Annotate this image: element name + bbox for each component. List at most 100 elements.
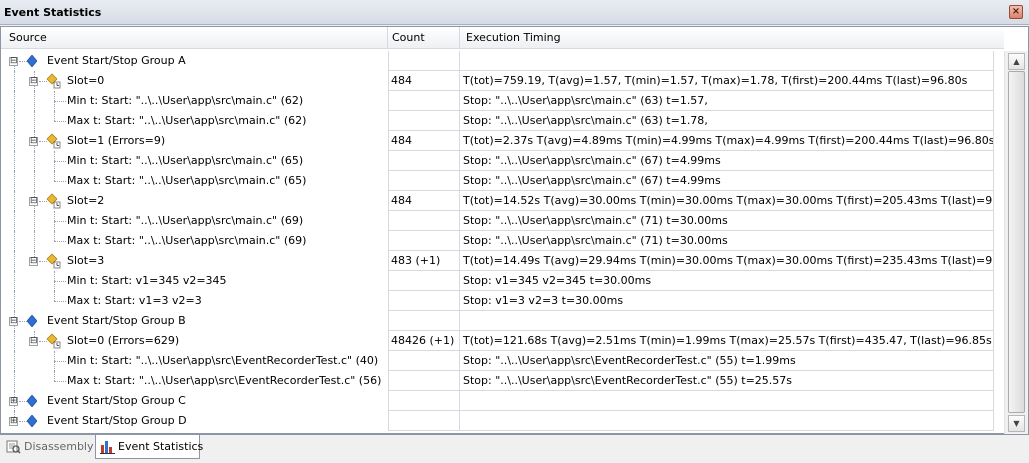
timing-cell: T(tot)=121.68s T(avg)=2.51ms T(min)=1.99… <box>460 331 994 351</box>
tree-slot-row[interactable]: ⊟ Slot=1 (Errors=9) 484 T(tot)=2.37s T(avg)… <box>1 131 1004 151</box>
source-cell: ⊟ Slot=1 (Errors=9) <box>1 131 388 151</box>
slot-label: Slot=0 (Errors=629) <box>67 334 180 347</box>
tree-guide <box>54 231 55 241</box>
source-cell: Min t: Start: "..\..\User\app\src\main.c… <box>1 151 388 171</box>
column-header-timing[interactable]: Execution Timing <box>460 27 1004 49</box>
count-cell <box>388 211 460 231</box>
window-titlebar: Event Statistics × <box>0 0 1029 25</box>
collapse-icon[interactable]: ⊟ <box>29 77 38 86</box>
tree-slot-row[interactable]: ⊟ Slot=0 (Errors=629) 48426 (+1) T(tot)=121… <box>1 331 1004 351</box>
event-group-icon <box>27 395 37 407</box>
tree-guide <box>34 91 35 111</box>
count-cell <box>388 51 460 71</box>
tree-leaf-row[interactable]: Min t: Start: "..\..\User\app\src\EventR… <box>1 351 1004 371</box>
leaf-label: Max t: Start: "..\..\User\app\src\main.c… <box>67 234 307 247</box>
tab-event-statistics[interactable]: Event Statistics <box>95 435 203 459</box>
column-header-count[interactable]: Count <box>388 27 460 49</box>
collapse-icon[interactable]: ⊟ <box>29 337 38 346</box>
count-cell <box>388 91 460 111</box>
tree-group-row[interactable]: ⊞ Event Start/Stop Group D <box>1 411 1004 431</box>
tree-guide <box>54 171 55 181</box>
scroll-up-button[interactable]: ▲ <box>1008 53 1025 70</box>
timing-cell: Stop: "..\..\User\app\src\main.c" (67) t… <box>460 171 994 191</box>
tree-guide <box>14 211 15 231</box>
source-cell: Max t: Start: "..\..\User\app\src\main.c… <box>1 111 388 131</box>
tree-guide <box>54 121 66 122</box>
leaf-label: Min t: Start: "..\..\User\app\src\main.c… <box>67 154 304 167</box>
timing-cell: Stop: "..\..\User\app\src\EventRecorderT… <box>460 371 994 391</box>
tree-guide <box>34 231 35 251</box>
close-button[interactable]: × <box>1009 5 1023 19</box>
group-label: Event Start/Stop Group D <box>47 414 187 427</box>
source-cell: ⊟ Event Start/Stop Group A <box>1 51 388 71</box>
tree-guide <box>34 151 35 171</box>
event-statistics-panel: Source Count Execution Timing ⊟ Event Sta… <box>0 26 1029 434</box>
tree-slot-row[interactable]: ⊟ Slot=3 483 (+1) T(tot)=14.49s T(avg)=29.9… <box>1 251 1004 271</box>
timing-cell: Stop: "..\..\User\app\src\main.c" (71) t… <box>460 211 994 231</box>
collapse-icon[interactable]: ⊟ <box>9 57 18 66</box>
tree-leaf-row[interactable]: Min t: Start: "..\..\User\app\src\main.c… <box>1 211 1004 231</box>
tree-leaf-row[interactable]: Max t: Start: "..\..\User\app\src\main.c… <box>1 231 1004 251</box>
column-header: Source Count Execution Timing <box>1 27 1004 49</box>
tree-guide <box>34 111 35 131</box>
tree-leaf-row[interactable]: Max t: Start: "..\..\User\app\src\EventR… <box>1 371 1004 391</box>
event-group-icon <box>27 55 37 67</box>
event-slot-icon <box>46 73 61 89</box>
tree-guide <box>54 381 66 382</box>
tree-guide <box>14 151 15 171</box>
timing-cell: Stop: v1=3 v2=3 t=30.00ms <box>460 291 994 311</box>
timing-cell: T(tot)=14.49s T(avg)=29.94ms T(min)=30.0… <box>460 251 994 271</box>
count-cell: 484 <box>388 191 460 211</box>
tree-leaf-row[interactable]: Max t: Start: "..\..\User\app\src\main.c… <box>1 111 1004 131</box>
collapse-icon[interactable]: ⊟ <box>29 257 38 266</box>
count-cell <box>388 231 460 251</box>
column-header-source[interactable]: Source <box>1 27 388 49</box>
count-cell <box>388 371 460 391</box>
source-cell: Min t: Start: "..\..\User\app\src\main.c… <box>1 91 388 111</box>
tree-group-row[interactable]: ⊟ Event Start/Stop Group A <box>1 51 1004 71</box>
tree-leaf-row[interactable]: Max t: Start: "..\..\User\app\src\main.c… <box>1 171 1004 191</box>
tree-guide <box>14 91 15 111</box>
tree-guide <box>14 331 15 351</box>
source-cell: Min t: Start: "..\..\User\app\src\main.c… <box>1 211 388 231</box>
vertical-scrollbar[interactable]: ▲ ▼ <box>1004 51 1028 434</box>
tree-guide <box>54 101 66 102</box>
tree-group-row[interactable]: ⊟ Event Start/Stop Group B <box>1 311 1004 331</box>
tree-slot-row[interactable]: ⊟ Slot=0 484 T(tot)=759.19‚ T(avg)=1.57‚ T(… <box>1 71 1004 91</box>
collapse-icon[interactable]: ⊟ <box>9 317 18 326</box>
leaf-label: Min t: Start: v1=345 v2=345 <box>67 274 227 287</box>
collapse-icon[interactable]: ⊟ <box>29 137 38 146</box>
tree-guide <box>14 291 15 311</box>
tree-guide <box>34 211 35 231</box>
tree-slot-row[interactable]: ⊟ Slot=2 484 T(tot)=14.52s T(avg)=30.00ms T… <box>1 191 1004 211</box>
tree-leaf-row[interactable]: Min t: Start: "..\..\User\app\src\main.c… <box>1 91 1004 111</box>
count-cell <box>388 151 460 171</box>
tree-group-row[interactable]: ⊞ Event Start/Stop Group C <box>1 391 1004 411</box>
count-cell: 484 <box>388 71 460 91</box>
tree-leaf-row[interactable]: Min t: Start: "..\..\User\app\src\main.c… <box>1 151 1004 171</box>
tab-disassembly[interactable]: Disassembly <box>2 435 94 459</box>
tree-guide <box>54 221 66 222</box>
expand-icon[interactable]: ⊞ <box>9 397 18 406</box>
group-label: Event Start/Stop Group B <box>47 314 186 327</box>
tree-guide <box>54 181 66 182</box>
leaf-label: Max t: Start: "..\..\User\app\src\EventR… <box>67 374 382 387</box>
tree-leaf-row[interactable]: Max t: Start: v1=3 v2=3 Stop: v1=3 v2=3 t… <box>1 291 1004 311</box>
source-cell: ⊟ Slot=0 (Errors=629) <box>1 331 388 351</box>
tree-guide <box>54 371 55 381</box>
statistics-tree: ⊟ Event Start/Stop Group A ⊟ Slot=0 484 T(tot… <box>1 51 1004 433</box>
scroll-thumb[interactable] <box>1008 71 1025 413</box>
leaf-label: Max t: Start: v1=3 v2=3 <box>67 294 202 307</box>
tree-guide <box>14 271 15 291</box>
tree-leaf-row[interactable]: Min t: Start: v1=345 v2=345 Stop: v1=345 … <box>1 271 1004 291</box>
scroll-down-button[interactable]: ▼ <box>1008 415 1025 432</box>
expand-icon[interactable]: ⊞ <box>9 417 18 426</box>
leaf-label: Min t: Start: "..\..\User\app\src\EventR… <box>67 354 379 367</box>
bar-chart-icon <box>100 441 115 454</box>
tree-guide <box>14 351 15 371</box>
collapse-icon[interactable]: ⊟ <box>29 197 38 206</box>
count-cell <box>388 171 460 191</box>
timing-cell: Stop: "..\..\User\app\src\main.c" (71) t… <box>460 231 994 251</box>
tree-guide <box>54 361 66 362</box>
tree-guide <box>14 251 15 271</box>
